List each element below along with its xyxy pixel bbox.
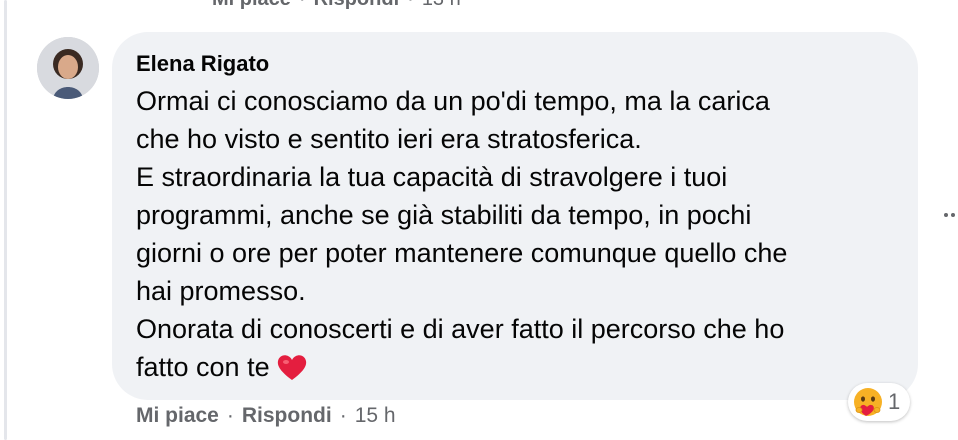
comment-line: Ormai ci conosciamo da un po'di tempo, m… [136, 86, 770, 116]
comment-actions: Mi piace · Rispondi · 15 h [136, 404, 396, 428]
comment-text: Ormai ci conosciamo da un po'di tempo, m… [136, 82, 894, 386]
previous-comment-actions: Mi piace · Rispondi · 13 h [212, 0, 461, 11]
comment-line: E straordinaria la tua capacità di strav… [136, 162, 728, 192]
author-name[interactable]: Elena Rigato [136, 50, 894, 78]
reply-link[interactable]: Rispondi [242, 404, 332, 428]
comment-line: hai promesso. [136, 276, 306, 306]
separator: · [299, 0, 306, 11]
separator: · [226, 404, 234, 427]
more-options-icon[interactable] [944, 205, 958, 225]
comment-bubble: Elena Rigato Ormai ci conosciamo da un p… [112, 32, 918, 400]
previous-timestamp[interactable]: 13 h [422, 0, 461, 11]
previous-reply-link[interactable]: Rispondi [314, 0, 400, 11]
comment-line-text: fatto con te [136, 352, 270, 382]
like-link[interactable]: Mi piace [136, 404, 219, 428]
comment-line: Onorata di conoscerti e di aver fatto il… [136, 314, 785, 344]
timestamp[interactable]: 15 h [355, 404, 396, 428]
thread-line [4, 0, 7, 440]
comment-line: che ho visto e sentito ieri era stratosf… [136, 124, 642, 154]
reaction-count: 1 [888, 389, 901, 414]
reactions-summary[interactable]: 1 [848, 383, 911, 421]
comment-line: giorni o ore per poter mantenere comunqu… [136, 238, 788, 268]
care-reaction-icon [852, 386, 884, 418]
heart-icon [276, 352, 308, 382]
previous-like-link[interactable]: Mi piace [212, 0, 291, 11]
separator: · [339, 404, 347, 427]
avatar[interactable] [37, 37, 99, 99]
comment-line-last: fatto con te [136, 348, 894, 386]
comment-line: programmi, anche se già stabiliti da tem… [136, 200, 752, 230]
separator: · [407, 0, 414, 11]
